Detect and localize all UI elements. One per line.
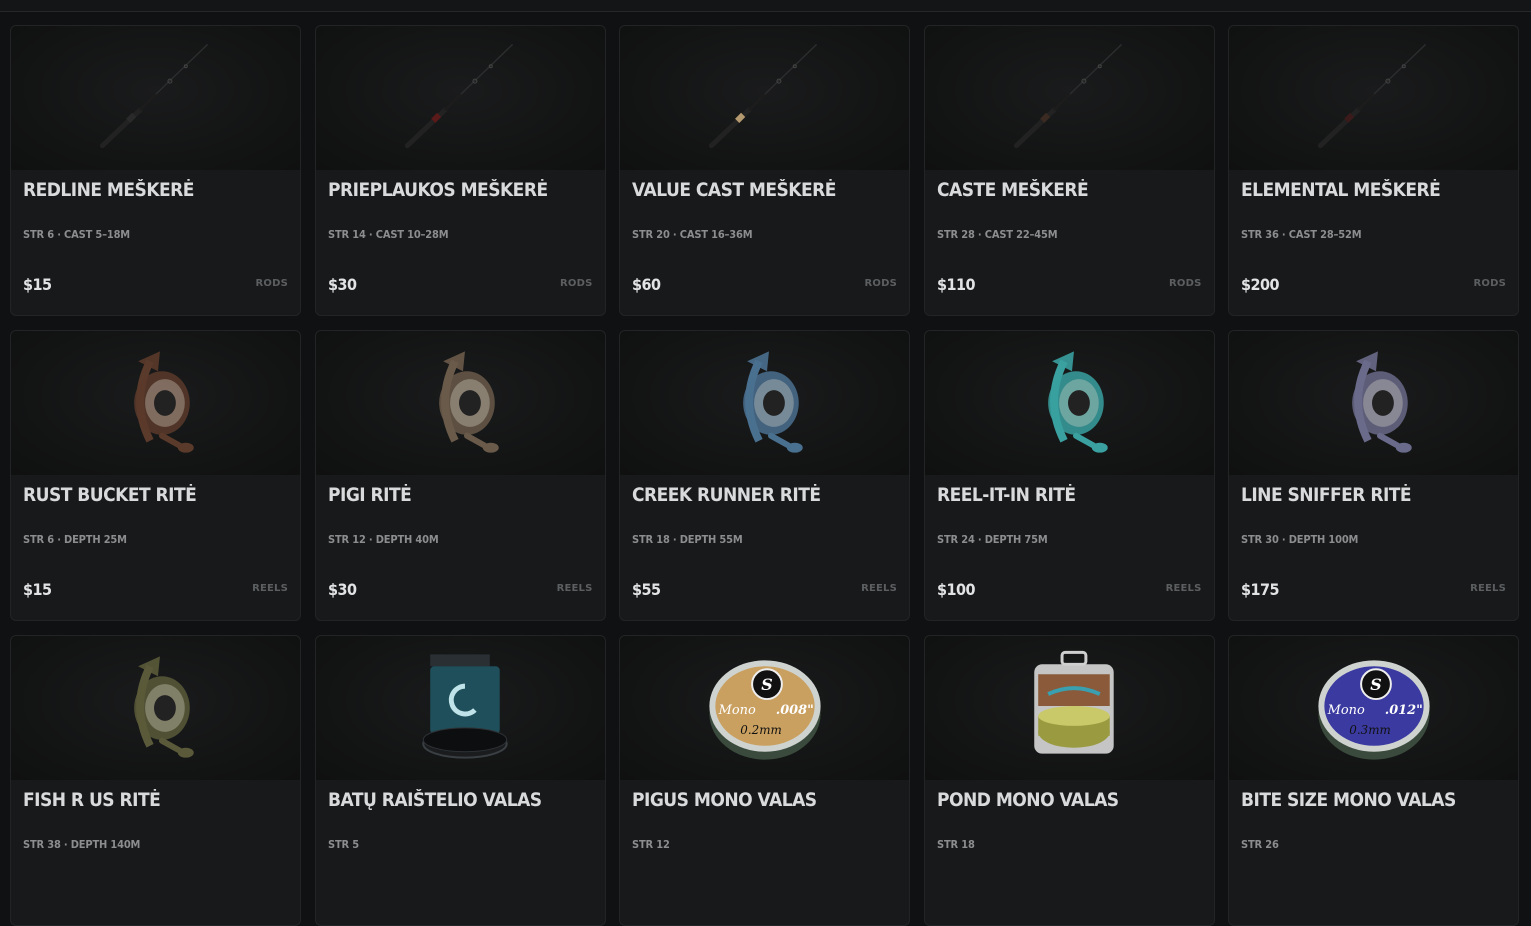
product-category: RODS [864, 278, 897, 289]
product-price: $15 [23, 275, 52, 294]
product-category: REELS [861, 583, 897, 594]
product-stats: STR 24 · DEPTH 75M [936, 533, 1048, 546]
product-name: BITE SIZE MONO VALAS [1241, 789, 1456, 811]
product-stats: STR 26 [1241, 838, 1279, 851]
product-card[interactable]: REEL-IT-IN RITĖ STR 24 · DEPTH 75M $100 REE… [923, 330, 1215, 621]
fishing-rod-icon [1229, 26, 1518, 170]
product-name: RUST BUCKET RITĖ [23, 484, 197, 506]
product-card[interactable]: POND MONO VALAS STR 18 [923, 635, 1215, 926]
top-bar [0, 0, 1531, 12]
product-card[interactable]: BATŲ RAIŠTELIO VALAS STR 5 [314, 635, 606, 926]
product-name: FISH R US RITĖ [23, 789, 161, 811]
product-card[interactable]: VALUE CAST MEŠKERĖ STR 20 · CAST 16–36M $6… [619, 25, 910, 316]
product-stats: STR 36 · CAST 28–52M [1241, 228, 1362, 241]
product-category: RODS [1168, 278, 1202, 289]
product-name: PRIEPLAUKOS MEŠKERĖ [327, 179, 548, 201]
product-card[interactable]: PRIEPLAUKOS MEŠKERĖ STR 14 · CAST 10–28M $… [314, 25, 606, 316]
product-card[interactable]: CREEK RUNNER RITĖ STR 18 · DEPTH 55M $55 RE… [619, 330, 910, 621]
product-name: REDLINE MEŠKERĖ [23, 179, 194, 201]
product-category: RODS [559, 278, 593, 289]
line-box-icon [315, 636, 605, 780]
product-stats: STR 6 · CAST 5–18M [23, 228, 130, 241]
product-price: $200 [1241, 275, 1279, 294]
product-card[interactable]: S Mono .012" 0.3mm BITE SIZE MONO VALAS STR 2… [1228, 635, 1519, 926]
spinning-reel-icon [620, 331, 909, 475]
spinning-reel-icon [1229, 331, 1518, 475]
spool-label-top: Mono [1327, 703, 1365, 718]
product-price: $60 [632, 275, 661, 294]
product-name: REEL-IT-IN RITĖ [936, 484, 1076, 506]
product-name: PIGUS MONO VALAS [632, 789, 817, 811]
product-price: $55 [632, 580, 661, 599]
product-name: POND MONO VALAS [936, 789, 1119, 811]
product-price: $100 [936, 580, 975, 599]
product-name: VALUE CAST MEŠKERĖ [632, 179, 836, 201]
product-card[interactable]: RUST BUCKET RITĖ STR 6 · DEPTH 25M $15 REEL… [10, 330, 301, 621]
product-card[interactable]: PIGI RITĖ STR 12 · DEPTH 40M $30 REELS [314, 330, 606, 621]
svg-text:S: S [761, 675, 772, 694]
spinning-reel-icon [924, 331, 1214, 475]
product-card[interactable]: S Mono .008" 0.2mm PIGUS MONO VALAS STR 12 [619, 635, 910, 926]
line-spool-icon: S Mono .012" 0.3mm [1229, 636, 1518, 780]
product-card[interactable]: ELEMENTAL MEŠKERĖ STR 36 · CAST 28–52M $20… [1228, 25, 1519, 316]
product-stats: STR 28 · CAST 22–45M [936, 228, 1058, 241]
fishing-rod-icon [315, 26, 605, 170]
product-stats: STR 12 [632, 838, 670, 851]
product-stats: STR 14 · CAST 10–28M [327, 228, 449, 241]
fishing-rod-icon [620, 26, 909, 170]
product-stats: STR 38 · DEPTH 140M [23, 838, 141, 851]
product-category: RODS [255, 278, 288, 289]
product-category: REELS [1165, 583, 1202, 594]
product-card[interactable]: FISH R US RITĖ STR 38 · DEPTH 140M [10, 635, 301, 926]
product-stats: STR 12 · DEPTH 40M [327, 533, 439, 546]
product-name: BATŲ RAIŠTELIO VALAS [327, 789, 542, 811]
product-stats: STR 5 [327, 838, 359, 851]
product-card[interactable]: LINE SNIFFER RITĖ STR 30 · DEPTH 100M $175… [1228, 330, 1519, 621]
line-spool-box-icon [924, 636, 1214, 780]
product-name: ELEMENTAL MEŠKERĖ [1241, 179, 1441, 201]
svg-text:S: S [1370, 675, 1381, 694]
product-price: $15 [23, 580, 52, 599]
product-price: $30 [327, 580, 357, 599]
product-name: LINE SNIFFER RITĖ [1241, 484, 1412, 506]
line-spool-icon: S Mono .008" 0.2mm [620, 636, 909, 780]
spool-label-mm: 0.3mm [1349, 723, 1391, 737]
spool-label-side: .012" [1385, 703, 1423, 718]
spinning-reel-icon [315, 331, 605, 475]
product-stats: STR 30 · DEPTH 100M [1241, 533, 1359, 546]
fishing-rod-icon [11, 26, 300, 170]
spool-label-top: Mono [718, 703, 756, 718]
product-stats: STR 6 · DEPTH 25M [23, 533, 127, 546]
fishing-rod-icon [924, 26, 1214, 170]
product-name: CREEK RUNNER RITĖ [632, 484, 821, 506]
product-name: PIGI RITĖ [327, 484, 412, 506]
product-card[interactable]: REDLINE MEŠKERĖ STR 6 · CAST 5–18M $15 RODS [10, 25, 301, 316]
product-stats: STR 18 · DEPTH 55M [632, 533, 743, 546]
product-stats: STR 20 · CAST 16–36M [632, 228, 753, 241]
spool-label-side: .008" [776, 703, 814, 718]
product-price: $110 [936, 275, 975, 294]
product-category: REELS [1470, 583, 1506, 594]
product-price: $30 [327, 275, 357, 294]
product-category: RODS [1473, 278, 1506, 289]
spool-label-mm: 0.2mm [740, 723, 782, 737]
product-card[interactable]: CASTE MEŠKERĖ STR 28 · CAST 22–45M $110 ROD… [923, 25, 1215, 316]
product-name: CASTE MEŠKERĖ [936, 179, 1089, 201]
product-category: REELS [556, 583, 593, 594]
product-price: $175 [1241, 580, 1279, 599]
product-stats: STR 18 [936, 838, 975, 851]
spinning-reel-icon [11, 636, 300, 780]
spinning-reel-icon [11, 331, 300, 475]
product-category: REELS [252, 583, 288, 594]
product-grid: REDLINE MEŠKERĖ STR 6 · CAST 5–18M $15 RODS… [10, 25, 1519, 926]
